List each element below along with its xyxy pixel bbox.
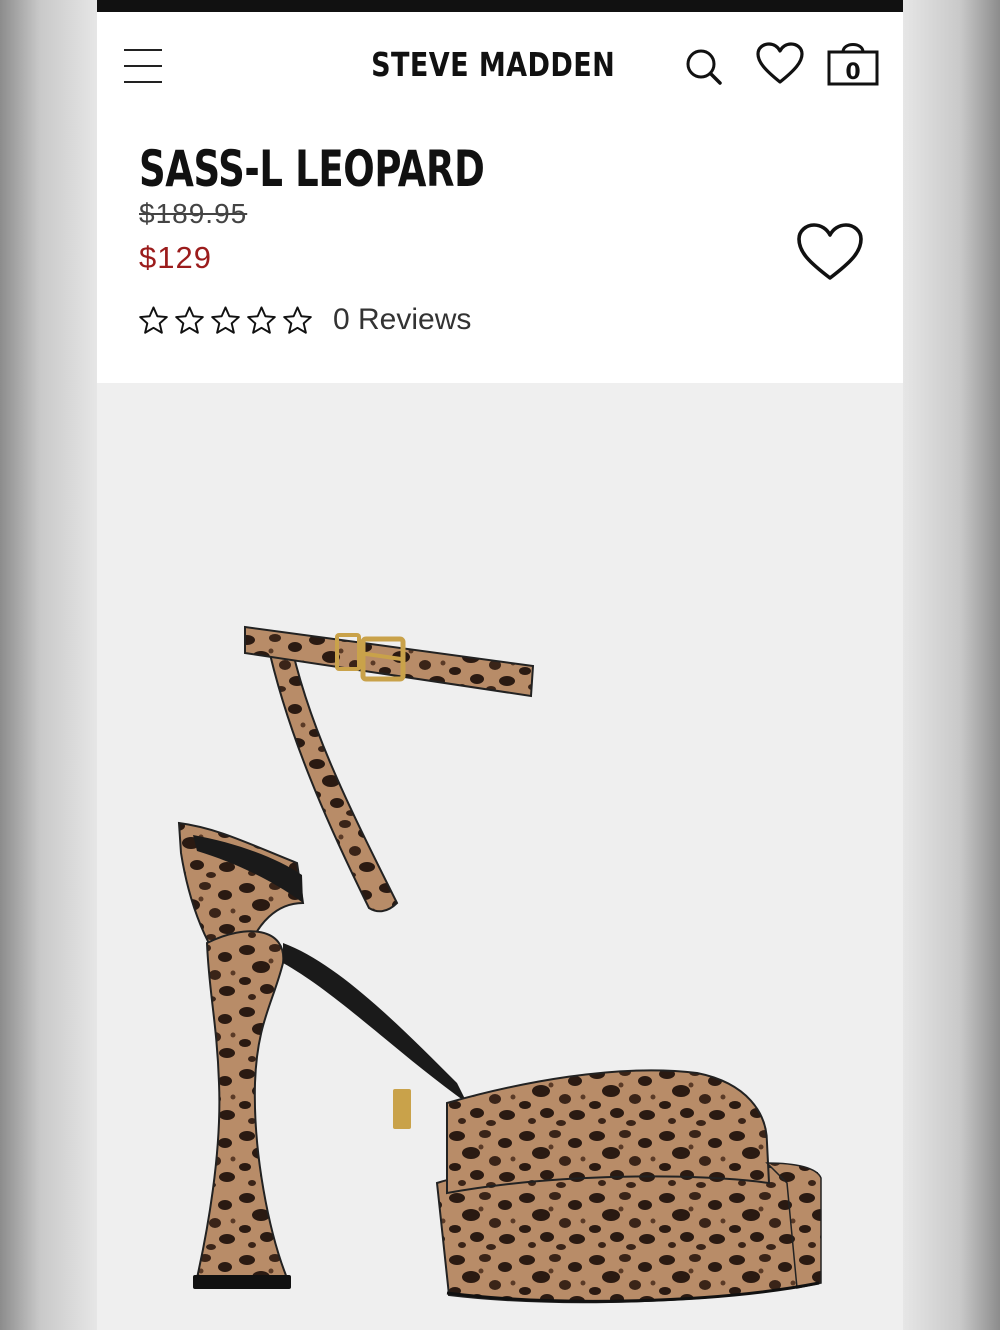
search-button[interactable] [685, 46, 725, 86]
product-image-area[interactable] [97, 383, 903, 1330]
heart-icon [756, 42, 804, 84]
star-icon [175, 305, 204, 334]
wishlist-button[interactable] [755, 42, 805, 86]
search-icon [686, 49, 722, 85]
hamburger-menu-icon [122, 46, 164, 86]
status-bar [97, 0, 903, 12]
product-title: SASS-L LEOPARD [139, 140, 485, 198]
phone-screen: STEVE MADDEN 0 SASS-L LEOPARD $189.95 $1… [97, 0, 903, 1330]
star-icon [283, 305, 312, 334]
sale-price: $129 [139, 240, 212, 275]
site-header: STEVE MADDEN 0 [97, 12, 903, 120]
original-price: $189.95 [139, 198, 248, 229]
star-icon [211, 305, 240, 334]
rating-row: 0 Reviews [137, 302, 471, 338]
heart-outline-icon [797, 223, 863, 280]
reviews-link[interactable]: 0 Reviews [333, 302, 471, 338]
shopping-bag-button[interactable]: 0 [825, 34, 881, 90]
star-rating [137, 304, 314, 337]
product-info: SASS-L LEOPARD $189.95 $129 0 Reviews [97, 120, 903, 383]
menu-button[interactable] [122, 46, 164, 86]
bag-count-badge: 0 [845, 60, 861, 85]
star-icon [247, 305, 276, 334]
product-image[interactable] [97, 383, 903, 1330]
add-to-favorites-button[interactable] [795, 222, 865, 284]
brand-logo[interactable]: STEVE MADDEN [371, 42, 615, 88]
star-icon [139, 305, 168, 334]
